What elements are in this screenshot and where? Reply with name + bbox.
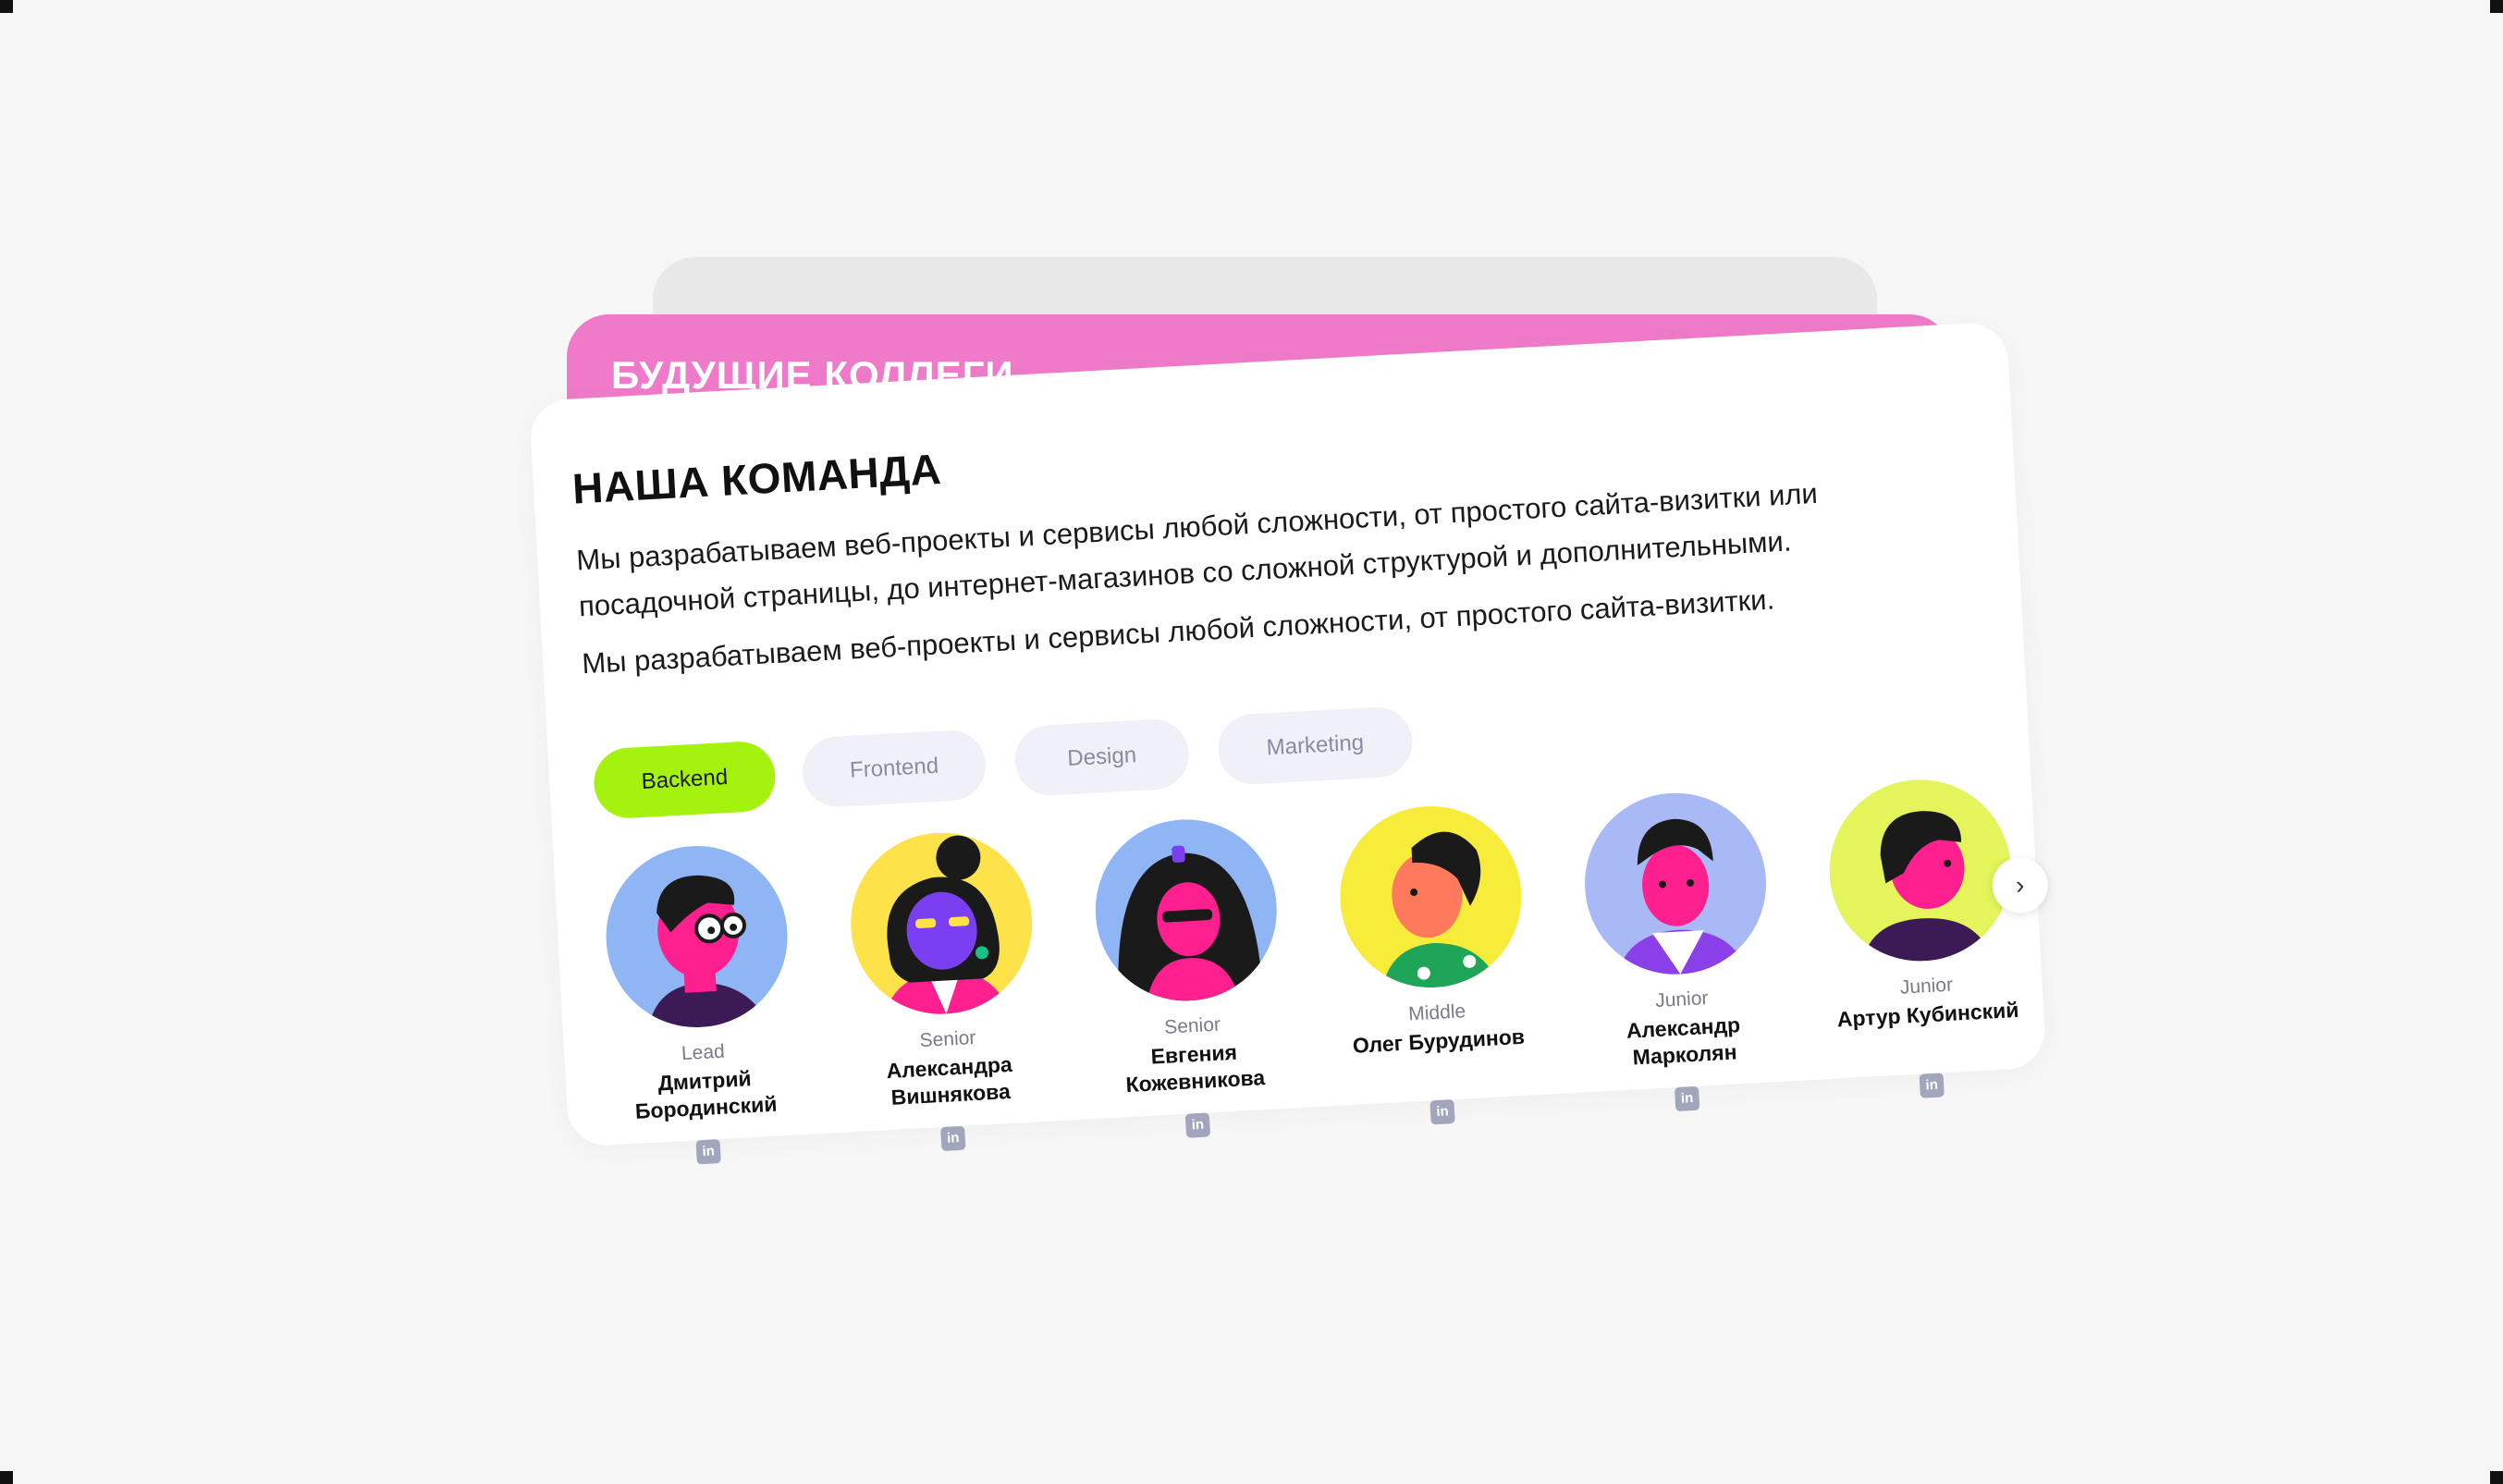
team-section: БУДУЩИЕ КОЛЛЕГИ НАША КОМАНДА Мы разрабат… <box>0 0 2503 1484</box>
avatar <box>601 840 792 1033</box>
chevron-right-icon: › <box>2015 870 2026 900</box>
member-name: Евгения Кожевникова <box>1124 1039 1266 1098</box>
avatar <box>846 828 1037 1019</box>
tab-marketing[interactable]: Marketing <box>1216 705 1415 787</box>
team-member-card[interactable]: Senior Александра Вишнякова in <box>826 827 1063 1152</box>
tab-frontend[interactable]: Frontend <box>801 728 988 809</box>
linkedin-icon[interactable]: in <box>1674 1085 1700 1112</box>
linkedin-icon[interactable]: in <box>1919 1073 1945 1098</box>
member-name: Дмитрий Бородинский <box>634 1066 778 1123</box>
avatar <box>1090 815 1282 1006</box>
corner-mark <box>2490 1471 2503 1484</box>
team-member-card[interactable]: Junior Александр Марколян in <box>1560 787 1797 1112</box>
team-card: НАША КОМАНДА Мы разрабатываем веб-проект… <box>529 321 2050 1165</box>
linkedin-icon[interactable]: in <box>695 1139 721 1165</box>
department-tabs: Backend Frontend Design Marketing <box>592 705 1415 820</box>
page-title: НАША КОМАНДА <box>571 445 943 513</box>
team-member-card[interactable]: Middle Олег Бурудинов in <box>1315 801 1552 1125</box>
corner-mark <box>0 0 13 13</box>
team-member-card[interactable]: Senior Евгения Кожевникова in <box>1071 814 1308 1138</box>
team-member-card[interactable]: Lead Дмитрий Бородинский in <box>581 840 818 1165</box>
tab-backend[interactable]: Backend <box>592 740 778 820</box>
team-members-carousel: Lead Дмитрий Бородинский in Senior Алекс… <box>581 774 2037 1165</box>
avatar <box>1579 788 1772 979</box>
avatar <box>1335 801 1527 993</box>
member-name: Александра Вишнякова <box>885 1051 1013 1110</box>
avatar <box>1824 775 2016 966</box>
member-name: Александр Марколян <box>1626 1012 1741 1070</box>
team-member-card[interactable]: Junior Артур Кубинский in <box>1805 774 2043 1098</box>
linkedin-icon[interactable]: in <box>1429 1099 1455 1125</box>
corner-mark <box>0 1471 13 1484</box>
corner-mark <box>2490 0 2503 13</box>
tab-design[interactable]: Design <box>1012 717 1191 798</box>
linkedin-icon[interactable]: in <box>940 1125 966 1152</box>
linkedin-icon[interactable]: in <box>1184 1112 1211 1138</box>
